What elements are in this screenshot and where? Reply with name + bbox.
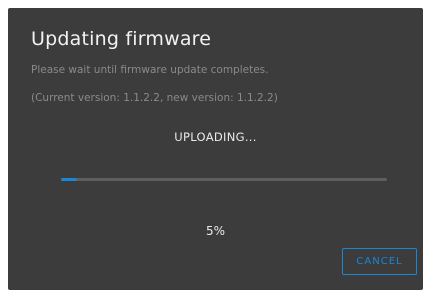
cancel-button[interactable]: CANCEL — [342, 248, 417, 275]
firmware-update-dialog: Updating firmware Please wait until firm… — [8, 8, 423, 290]
version-info: (Current version: 1.1.2.2, new version: … — [31, 92, 278, 104]
upload-status: UPLOADING... — [174, 130, 257, 144]
dialog-title: Updating firmware — [31, 28, 212, 50]
progress-bar-fill — [61, 178, 78, 181]
progress-percent: 5% — [205, 224, 226, 238]
dialog-description: Please wait until firmware update comple… — [31, 64, 269, 76]
progress-bar — [61, 178, 387, 181]
